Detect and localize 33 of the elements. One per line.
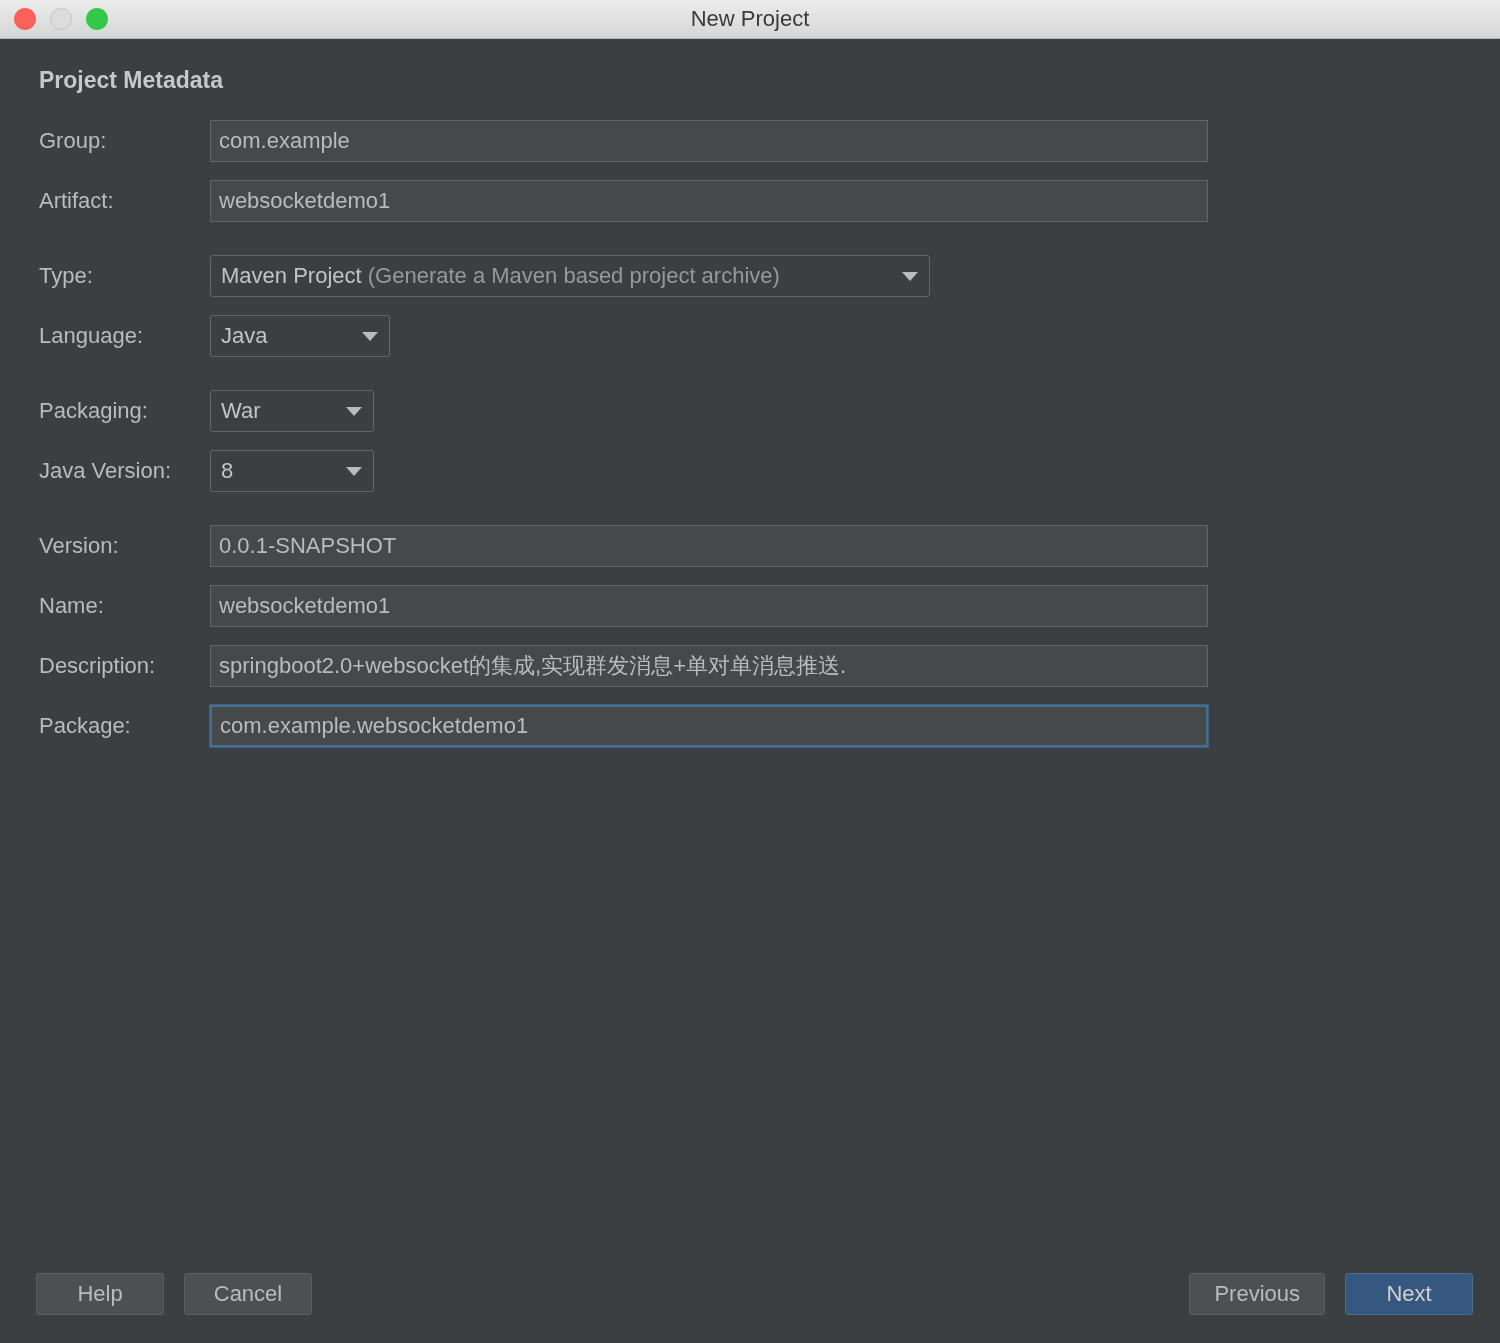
input-field[interactable]: com.example	[210, 120, 1208, 162]
input-field[interactable]: websocketdemo1	[210, 585, 1208, 627]
caret-icon	[346, 406, 362, 416]
input-field[interactable]: springboot2.0+websocket的集成,实现群发消息+单对单消息推送.	[210, 645, 1208, 687]
dialog-button[interactable]: Next	[1345, 1273, 1473, 1315]
field-label: Description:	[39, 653, 157, 679]
caret-icon	[362, 331, 378, 341]
zoom-icon[interactable]	[86, 8, 108, 30]
input-field[interactable]: websocketdemo1	[210, 180, 1208, 222]
dialog-button[interactable]: Previous	[1189, 1273, 1325, 1315]
close-icon[interactable]	[14, 8, 36, 30]
window-title: New Project	[690, 6, 810, 32]
field-label: Java Version:	[39, 458, 173, 484]
minimize-icon[interactable]	[50, 8, 72, 30]
section-heading: Project Metadata	[39, 67, 225, 94]
dialog-button[interactable]: Cancel	[184, 1273, 312, 1315]
field-label: Group:	[39, 128, 108, 154]
dropdown[interactable]: 8	[210, 450, 374, 492]
caret-icon	[346, 466, 362, 476]
field-label: Version:	[39, 533, 120, 559]
field-label: Type:	[39, 263, 94, 289]
dialog-button[interactable]: Help	[36, 1273, 164, 1315]
field-label: Language:	[39, 323, 144, 349]
dropdown[interactable]: Maven Project (Generate a Maven based project archive)	[210, 255, 930, 297]
input-field[interactable]: 0.0.1-SNAPSHOT	[210, 525, 1208, 567]
caret-icon	[902, 271, 918, 281]
dropdown[interactable]: Java	[210, 315, 390, 357]
dropdown[interactable]: War	[210, 390, 374, 432]
field-label: Name:	[39, 593, 105, 619]
field-label: Packaging:	[39, 398, 149, 424]
input-field[interactable]: com.example.websocketdemo1	[210, 705, 1208, 747]
field-label: Package:	[39, 713, 132, 739]
field-label: Artifact:	[39, 188, 115, 214]
